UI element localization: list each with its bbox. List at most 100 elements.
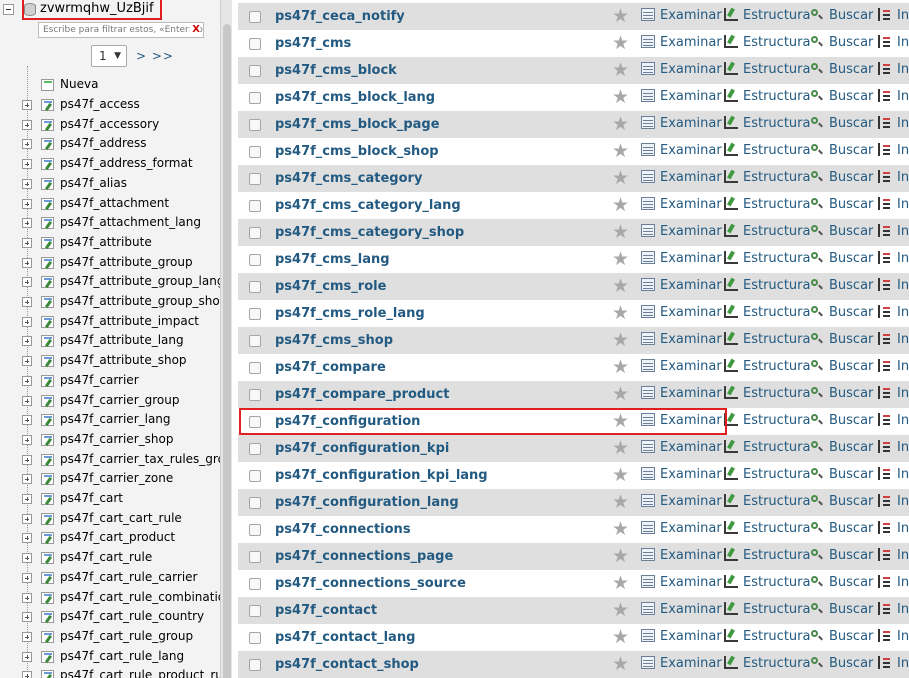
sidebar-table-item[interactable]: ps47f_cart_rule_group bbox=[0, 627, 220, 647]
sidebar-table-item[interactable]: ps47f_attribute_lang bbox=[0, 331, 220, 351]
star-icon[interactable]: ★ bbox=[612, 141, 629, 161]
browse-action[interactable]: Examinar bbox=[641, 548, 722, 563]
search-action[interactable]: Buscar bbox=[810, 170, 873, 185]
structure-action[interactable]: Estructura bbox=[724, 629, 810, 644]
search-action[interactable]: Buscar bbox=[810, 278, 873, 293]
structure-action[interactable]: Estructura bbox=[724, 332, 810, 347]
scrollbar-thumb[interactable] bbox=[223, 24, 231, 678]
sidebar-table-item[interactable]: ps47f_cart_rule_combination bbox=[0, 588, 232, 608]
insert-action[interactable]: Insertar bbox=[878, 656, 909, 671]
row-checkbox[interactable] bbox=[249, 92, 261, 104]
table-name-link[interactable]: ps47f_configuration_lang bbox=[275, 495, 459, 510]
insert-action[interactable]: Insertar bbox=[878, 224, 909, 239]
insert-action[interactable]: Insertar bbox=[878, 89, 909, 104]
database-node[interactable]: zvwrmqhw_UzBjif bbox=[0, 0, 220, 20]
insert-action[interactable]: Insertar bbox=[878, 521, 909, 536]
browse-action[interactable]: Examinar bbox=[641, 116, 722, 131]
expand-icon[interactable] bbox=[22, 297, 32, 307]
insert-action[interactable]: Insertar bbox=[878, 62, 909, 77]
expand-icon[interactable] bbox=[22, 178, 32, 189]
search-action[interactable]: Buscar bbox=[810, 413, 873, 428]
search-action[interactable]: Buscar bbox=[810, 143, 873, 158]
browse-action[interactable]: Examinar bbox=[641, 8, 722, 23]
sidebar-table-item[interactable]: ps47f_cart_rule_product_rule bbox=[0, 666, 232, 678]
search-action[interactable]: Buscar bbox=[810, 251, 873, 266]
expand-icon[interactable] bbox=[22, 434, 32, 445]
sidebar-table-item[interactable]: ps47f_access bbox=[0, 95, 220, 115]
browse-action[interactable]: Examinar bbox=[641, 89, 722, 104]
structure-action[interactable]: Estructura bbox=[724, 224, 810, 239]
table-name-link[interactable]: ps47f_cms_block_lang bbox=[275, 90, 435, 105]
table-name-link[interactable]: ps47f_connections_source bbox=[275, 576, 466, 591]
structure-action[interactable]: Estructura bbox=[724, 35, 810, 50]
insert-action[interactable]: Insertar bbox=[878, 386, 909, 401]
structure-action[interactable]: Estructura bbox=[724, 116, 810, 131]
browse-action[interactable]: Examinar bbox=[641, 332, 722, 347]
expand-icon[interactable] bbox=[22, 139, 32, 150]
expand-icon[interactable] bbox=[22, 356, 32, 367]
row-checkbox[interactable] bbox=[249, 200, 261, 212]
row-checkbox[interactable] bbox=[249, 335, 261, 347]
search-action[interactable]: Buscar bbox=[810, 440, 873, 455]
insert-action[interactable]: Insertar bbox=[878, 602, 909, 617]
structure-action[interactable]: Estructura bbox=[724, 197, 810, 212]
insert-action[interactable]: Insertar bbox=[878, 278, 909, 293]
row-checkbox[interactable] bbox=[249, 497, 261, 509]
insert-action[interactable]: Insertar bbox=[878, 359, 909, 374]
clear-filter-button[interactable]: X bbox=[190, 23, 200, 37]
insert-action[interactable]: Insertar bbox=[878, 629, 909, 644]
new-table-item[interactable]: Nueva bbox=[0, 75, 220, 95]
search-action[interactable]: Buscar bbox=[810, 305, 873, 320]
table-name-link[interactable]: ps47f_configuration_kpi bbox=[275, 441, 449, 456]
expand-icon[interactable] bbox=[22, 375, 32, 386]
table-name-link[interactable]: ps47f_cms_shop bbox=[275, 333, 393, 348]
expand-icon[interactable] bbox=[22, 316, 32, 327]
star-icon[interactable]: ★ bbox=[612, 438, 629, 458]
row-checkbox[interactable] bbox=[249, 254, 261, 266]
structure-action[interactable]: Estructura bbox=[724, 413, 810, 428]
star-icon[interactable]: ★ bbox=[612, 627, 629, 647]
sidebar-table-item[interactable]: ps47f_carrier_group bbox=[0, 391, 220, 411]
browse-action[interactable]: Examinar bbox=[641, 494, 722, 509]
structure-action[interactable]: Estructura bbox=[724, 62, 810, 77]
structure-action[interactable]: Estructura bbox=[724, 575, 810, 590]
sidebar-table-item[interactable]: ps47f_address bbox=[0, 134, 220, 154]
star-icon[interactable]: ★ bbox=[612, 276, 629, 296]
sidebar-table-item[interactable]: ps47f_alias bbox=[0, 174, 220, 194]
sidebar-table-item[interactable]: ps47f_attribute_group_lang bbox=[0, 272, 224, 292]
sidebar-table-item[interactable]: ps47f_attribute bbox=[0, 233, 220, 253]
expand-icon[interactable] bbox=[22, 612, 32, 623]
row-checkbox[interactable] bbox=[249, 659, 261, 671]
expand-icon[interactable] bbox=[22, 395, 32, 406]
expand-icon[interactable] bbox=[22, 631, 32, 642]
structure-action[interactable]: Estructura bbox=[724, 89, 810, 104]
table-name-link[interactable]: ps47f_compare_product bbox=[275, 387, 449, 402]
sidebar-table-item[interactable]: ps47f_cart_rule_country bbox=[0, 607, 220, 627]
search-action[interactable]: Buscar bbox=[810, 494, 873, 509]
sidebar-table-item[interactable]: ps47f_cart_rule_lang bbox=[0, 647, 220, 667]
row-checkbox[interactable] bbox=[249, 632, 261, 644]
browse-action[interactable]: Examinar bbox=[641, 440, 722, 455]
sidebar-table-item[interactable]: ps47f_carrier_shop bbox=[0, 430, 220, 450]
row-checkbox[interactable] bbox=[249, 551, 261, 563]
sidebar-table-item[interactable]: ps47f_attachment_lang bbox=[0, 213, 220, 233]
browse-action[interactable]: Examinar bbox=[641, 62, 722, 77]
structure-action[interactable]: Estructura bbox=[724, 170, 810, 185]
structure-action[interactable]: Estructura bbox=[724, 467, 810, 482]
star-icon[interactable]: ★ bbox=[612, 573, 629, 593]
row-checkbox[interactable] bbox=[249, 470, 261, 482]
table-name-link[interactable]: ps47f_cms_role_lang bbox=[275, 306, 425, 321]
structure-action[interactable]: Estructura bbox=[724, 548, 810, 563]
search-action[interactable]: Buscar bbox=[810, 548, 873, 563]
insert-action[interactable]: Insertar bbox=[878, 8, 909, 23]
table-name-link[interactable]: ps47f_connections_page bbox=[275, 549, 453, 564]
star-icon[interactable]: ★ bbox=[612, 519, 629, 539]
star-icon[interactable]: ★ bbox=[612, 411, 629, 431]
table-name-link[interactable]: ps47f_cms bbox=[275, 36, 351, 51]
search-action[interactable]: Buscar bbox=[810, 575, 873, 590]
table-name-link[interactable]: ps47f_connections bbox=[275, 522, 411, 537]
table-name-link[interactable]: ps47f_contact_lang bbox=[275, 630, 415, 645]
collapse-icon[interactable] bbox=[3, 4, 14, 15]
search-action[interactable]: Buscar bbox=[810, 521, 873, 536]
insert-action[interactable]: Insertar bbox=[878, 440, 909, 455]
